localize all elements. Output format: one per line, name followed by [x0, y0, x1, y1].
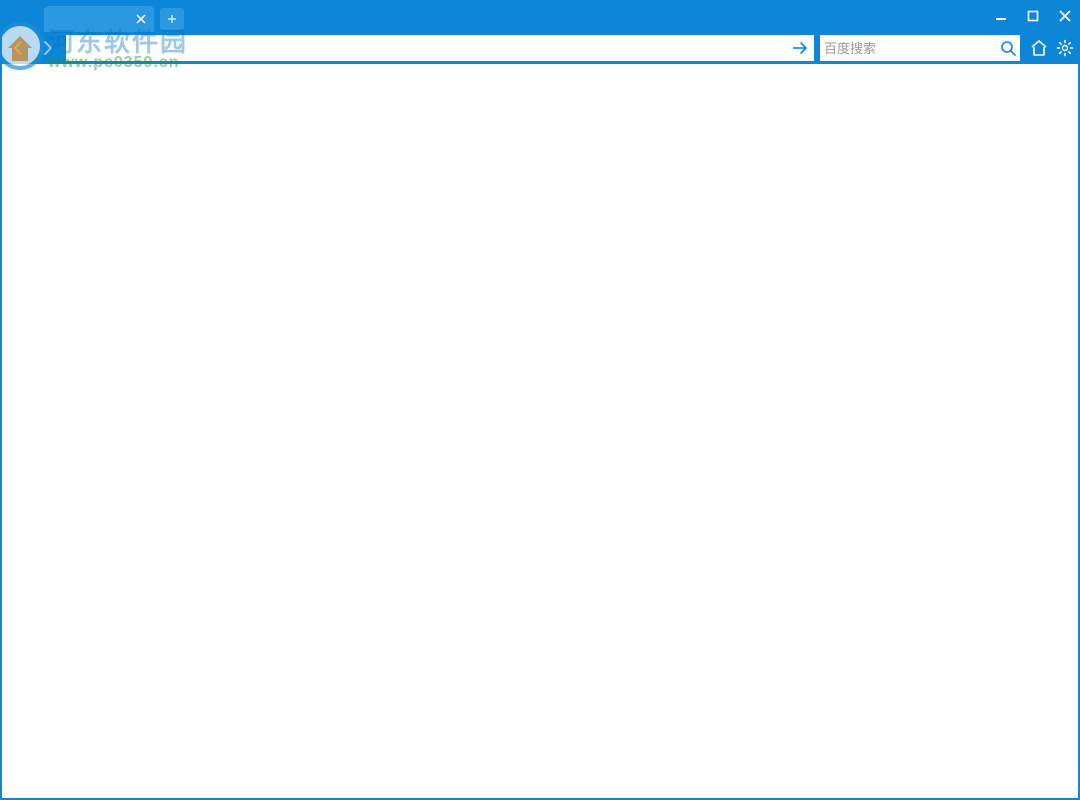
search-input[interactable]: [824, 35, 1000, 61]
close-tab-icon[interactable]: [134, 12, 148, 26]
go-icon[interactable]: [790, 38, 810, 58]
browser-tab[interactable]: [44, 6, 154, 32]
title-bar: [0, 0, 1080, 32]
address-bar[interactable]: [66, 35, 814, 61]
maximize-button[interactable]: [1024, 7, 1042, 25]
minimize-button[interactable]: [992, 7, 1010, 25]
back-button[interactable]: [6, 35, 32, 61]
forward-button[interactable]: [34, 35, 60, 61]
page-content: 河东软件园 www.pc0359.cn: [0, 64, 1080, 800]
new-tab-button[interactable]: [160, 8, 184, 30]
search-box[interactable]: [820, 35, 1020, 61]
toolbar: [0, 32, 1080, 64]
nav-group: [6, 35, 60, 61]
home-button[interactable]: [1028, 37, 1050, 59]
tab-strip: [0, 0, 184, 32]
toolbar-right-buttons: [1028, 37, 1076, 59]
address-input[interactable]: [70, 35, 790, 61]
window-controls: [992, 0, 1074, 32]
settings-button[interactable]: [1054, 37, 1076, 59]
search-icon[interactable]: [1000, 38, 1016, 58]
close-window-button[interactable]: [1056, 7, 1074, 25]
